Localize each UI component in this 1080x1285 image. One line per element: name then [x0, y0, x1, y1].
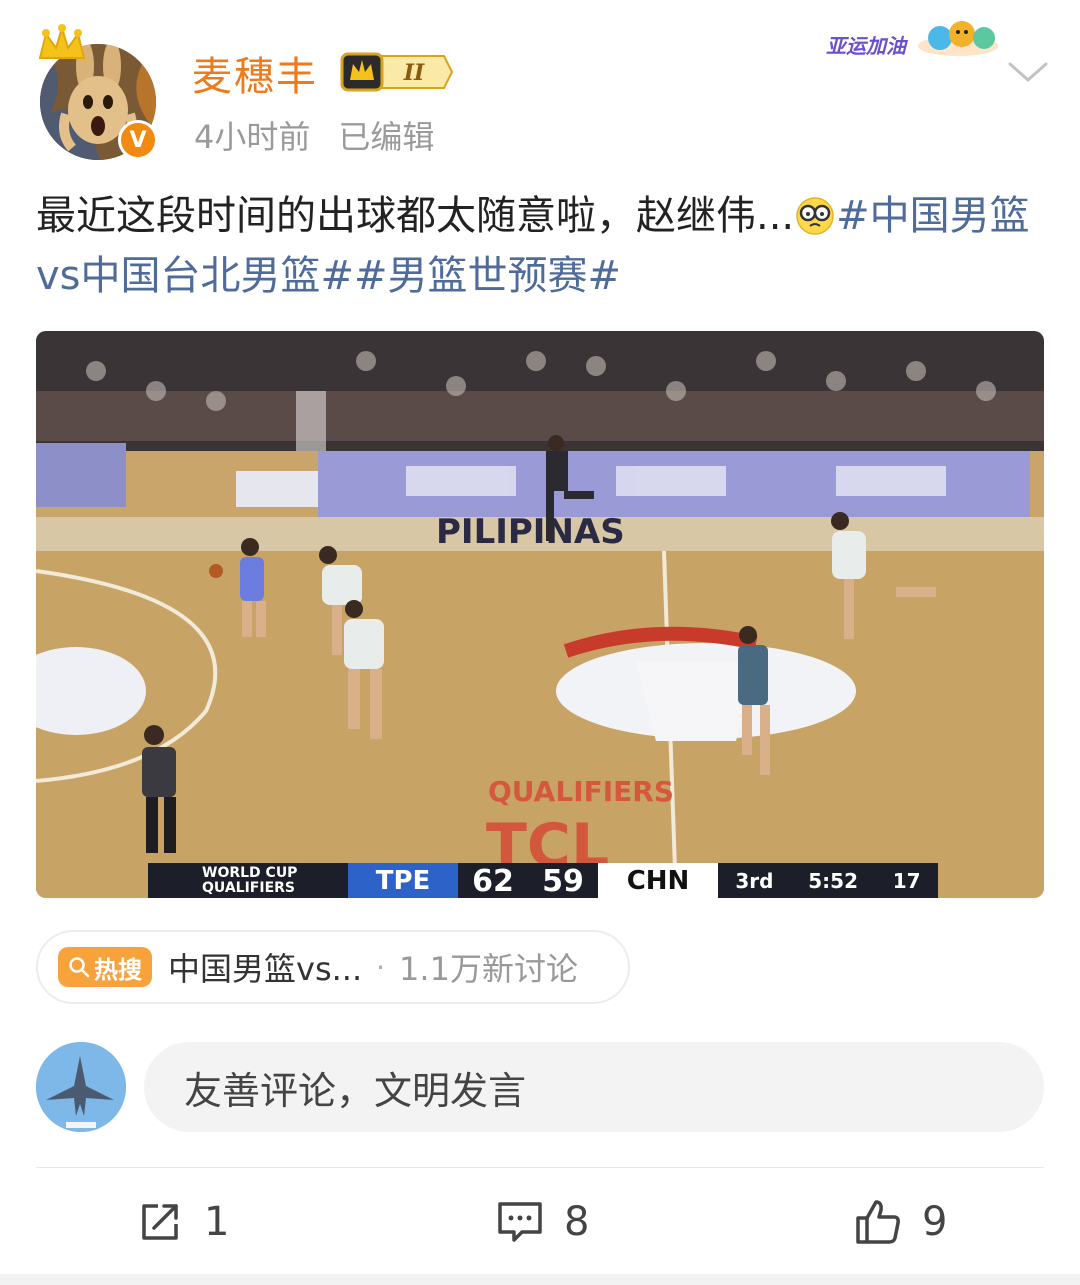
- asian-games-badge[interactable]: 亚运加油: [826, 16, 1002, 60]
- member-level-badge[interactable]: II: [340, 50, 456, 94]
- game-clock-block: 3rd 5:52 17: [718, 863, 938, 898]
- verified-badge: V: [118, 120, 158, 160]
- post-meta: 4小时前 已编辑: [194, 112, 434, 158]
- scoreboard: WORLD CUP QUALIFIERS TPE 62 59 CHN 3rd 5…: [148, 863, 938, 898]
- score-home: 62: [472, 863, 514, 899]
- comment-button[interactable]: 8: [496, 1196, 589, 1248]
- game-clock: 5:52: [808, 869, 858, 893]
- edited-label: 已编辑: [338, 118, 435, 156]
- divider: [36, 1167, 1044, 1168]
- like-button[interactable]: 9: [854, 1196, 947, 1248]
- post-body: 最近这段时间的出球都太随意啦，赵继伟...: [36, 193, 795, 239]
- separator-dot: ·: [376, 950, 386, 984]
- chevron-down-icon[interactable]: [1006, 58, 1050, 86]
- event-line: WORLD CUP: [202, 865, 298, 881]
- hot-search-label: 热搜: [94, 955, 142, 984]
- author-name[interactable]: 麦穗丰: [192, 44, 318, 102]
- court-text: PILIPINAS: [436, 512, 625, 552]
- shot-clock: 17: [892, 869, 921, 893]
- hot-search-title: 中国男篮vs...: [168, 950, 363, 988]
- score-away: 59: [542, 863, 584, 899]
- comment-count: 8: [564, 1199, 590, 1245]
- post-content: 最近这段时间的出球都太随意啦，赵继伟... #中国男篮vs中国台北男篮##男篮世…: [36, 186, 1046, 306]
- hot-search-tag: 热搜: [58, 947, 152, 987]
- repost-button[interactable]: 1: [136, 1196, 229, 1248]
- post-time: 4小时前: [194, 118, 311, 156]
- video-frame: PILIPINAS QUALIFIERS TCL: [36, 331, 1044, 898]
- asian-games-text: 亚运加油: [826, 34, 906, 58]
- video-player[interactable]: PILIPINAS QUALIFIERS TCL WORLD CUP QUALI…: [36, 331, 1044, 898]
- hot-search-pill[interactable]: 热搜 中国男篮vs... · 1.1万新讨论: [36, 930, 630, 1004]
- search-icon: [69, 957, 90, 978]
- event-logo: WORLD CUP QUALIFIERS: [148, 863, 348, 898]
- crown-icon: [38, 24, 86, 59]
- score-block: 62 59: [458, 863, 598, 898]
- team-away: CHN: [598, 863, 718, 898]
- my-avatar[interactable]: [36, 1042, 126, 1132]
- thumbs-up-icon: [856, 1200, 900, 1244]
- share-icon: [142, 1204, 178, 1240]
- period: 3rd: [735, 869, 774, 893]
- hashtag-link[interactable]: #男篮世预赛#: [354, 253, 621, 299]
- comment-icon: [498, 1202, 542, 1242]
- event-line: QUALIFIERS: [202, 880, 296, 896]
- author-avatar-wrap[interactable]: V: [36, 24, 162, 160]
- repost-count: 1: [204, 1199, 230, 1245]
- like-count: 9: [922, 1199, 948, 1245]
- level-text: II: [403, 60, 425, 86]
- glasses-face-icon: [796, 197, 834, 235]
- court-text: QUALIFIERS: [488, 775, 674, 808]
- mascot-icon: [918, 21, 998, 56]
- bottom-strip: [0, 1274, 1080, 1285]
- hot-search-count: 1.1万新讨论: [399, 950, 578, 988]
- team-home: TPE: [348, 863, 458, 898]
- comment-input[interactable]: 友善评论，文明发言: [144, 1042, 1044, 1132]
